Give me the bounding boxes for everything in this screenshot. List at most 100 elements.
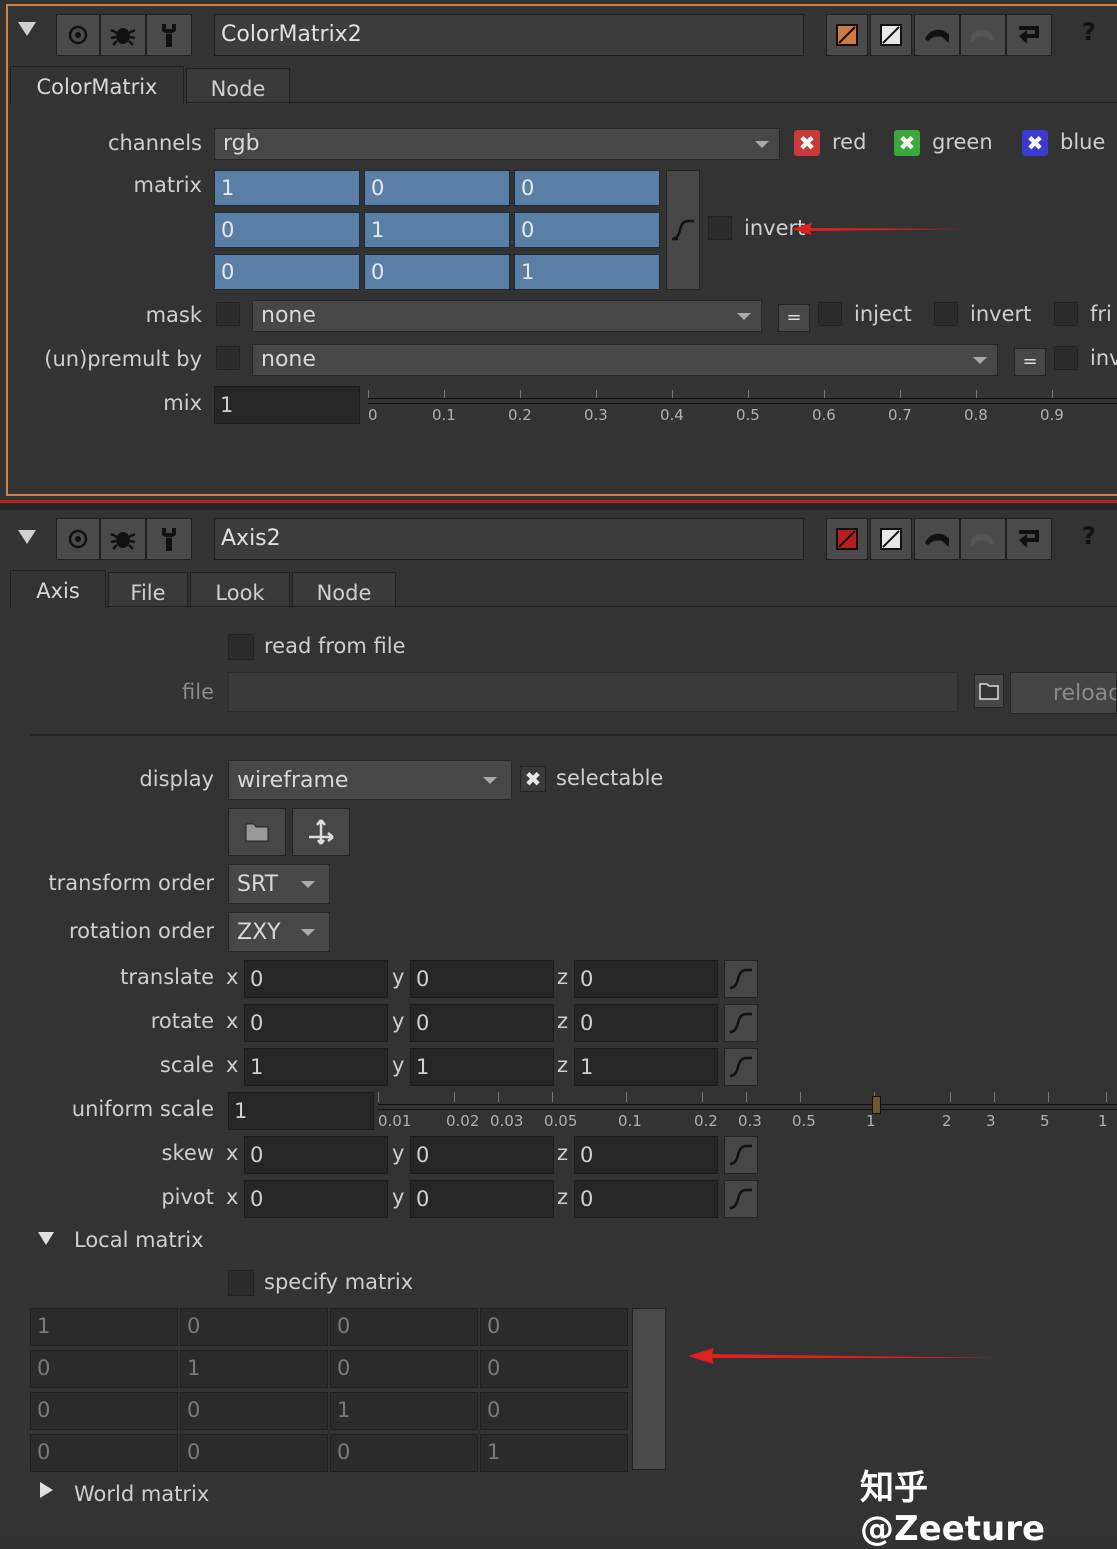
display-dropdown[interactable]: wireframe [228,760,512,800]
axis-z-input[interactable]: 0 [574,1004,718,1042]
axis-y-input[interactable]: 0 [410,1180,554,1218]
local-matrix-cell[interactable]: 1 [180,1350,328,1388]
animation-curve-button[interactable] [724,960,758,998]
green-checkbox[interactable]: ✖ [894,130,920,156]
mask-checkbox[interactable] [216,302,240,326]
collapse-arrow-icon[interactable] [18,22,36,36]
tab-look[interactable]: Look [190,572,290,608]
axis-x-input[interactable]: 0 [244,1004,388,1042]
axis-y-input[interactable]: 0 [410,1136,554,1174]
matrix-animation-button[interactable] [666,170,700,290]
collapse-arrow-icon[interactable] [18,530,36,544]
selectable-checkbox[interactable]: ✖ [520,766,546,792]
tab-colormatrix[interactable]: ColorMatrix [10,66,184,104]
matrix-cell[interactable]: 0 [364,170,510,206]
animation-curve-button[interactable] [724,1180,758,1218]
node-color-button[interactable] [826,518,868,560]
premult-invert-checkbox[interactable] [1054,346,1078,370]
undo-button[interactable] [914,518,960,560]
world-matrix-toggle-icon[interactable] [40,1482,53,1498]
invert-checkbox[interactable] [708,216,732,240]
local-matrix-toggle-icon[interactable] [38,1232,54,1245]
matrix-cell[interactable]: 0 [364,254,510,290]
local-matrix-cell[interactable]: 1 [330,1392,478,1430]
blue-checkbox[interactable]: ✖ [1022,130,1048,156]
bug-button[interactable] [100,14,146,56]
reload-button[interactable]: reload [1010,672,1117,714]
axis-y-input[interactable]: 0 [410,960,554,998]
fringe-checkbox[interactable] [1054,302,1078,326]
axis-x-input[interactable]: 0 [244,1180,388,1218]
animation-curve-button[interactable] [724,1136,758,1174]
gl-color-button[interactable] [870,518,912,560]
transform-order-dropdown[interactable]: SRT [228,864,330,904]
axis-y-input[interactable]: 1 [410,1048,554,1086]
redo-button[interactable] [960,14,1006,56]
transform-handle-button[interactable] [292,808,350,856]
read-from-file-checkbox[interactable] [228,634,254,660]
axis-z-input[interactable]: 0 [574,1136,718,1174]
local-matrix-cell[interactable]: 0 [330,1434,478,1472]
local-matrix-cell[interactable]: 1 [480,1434,628,1472]
node-name-field[interactable]: Axis2 [214,518,804,560]
axis-y-input[interactable]: 0 [410,1004,554,1042]
local-matrix-cell[interactable]: 0 [330,1308,478,1346]
local-matrix-cell[interactable]: 0 [30,1392,178,1430]
specify-matrix-checkbox[interactable] [228,1270,254,1296]
view-node-button[interactable] [56,14,100,56]
local-matrix-cell[interactable]: 0 [480,1308,628,1346]
axis-x-input[interactable]: 1 [244,1048,388,1086]
channels-dropdown[interactable]: rgb [214,128,780,160]
axis-z-input[interactable]: 0 [574,1180,718,1218]
node-color-button[interactable] [826,14,868,56]
tab-axis[interactable]: Axis [10,570,106,608]
gl-color-button[interactable] [870,14,912,56]
undo-button[interactable] [914,14,960,56]
local-matrix-cell[interactable]: 0 [30,1434,178,1472]
local-matrix-cell[interactable]: 0 [180,1434,328,1472]
premult-dropdown[interactable]: none [252,344,998,376]
tab-node[interactable]: Node [186,68,290,104]
bug-button[interactable] [100,518,146,560]
help-icon[interactable]: ? [1082,18,1096,46]
tab-file[interactable]: File [108,572,188,608]
folder-button[interactable] [228,808,286,856]
wrench-button[interactable] [146,518,192,560]
redo-button[interactable] [960,518,1006,560]
axis-x-input[interactable]: 0 [244,960,388,998]
help-icon[interactable]: ? [1082,522,1096,550]
view-node-button[interactable] [56,518,100,560]
uniform-scale-input[interactable]: 1 [228,1092,374,1130]
mix-input[interactable]: 1 [214,386,360,424]
mask-equals-button[interactable]: = [778,304,810,332]
local-matrix-animation-button[interactable] [632,1308,666,1470]
rotation-order-dropdown[interactable]: ZXY [228,912,330,952]
inject-checkbox[interactable] [818,302,842,326]
matrix-cell[interactable]: 0 [514,212,660,248]
matrix-cell[interactable]: 1 [214,170,360,206]
local-matrix-cell[interactable]: 0 [330,1350,478,1388]
matrix-cell[interactable]: 0 [214,212,360,248]
matrix-cell[interactable]: 0 [214,254,360,290]
animation-curve-button[interactable] [724,1004,758,1042]
premult-checkbox[interactable] [216,346,240,370]
matrix-cell[interactable]: 1 [364,212,510,248]
local-matrix-cell[interactable]: 1 [30,1308,178,1346]
mask-invert-checkbox[interactable] [934,302,958,326]
local-matrix-cell[interactable]: 0 [30,1350,178,1388]
tab-node[interactable]: Node [292,572,396,608]
mask-dropdown[interactable]: none [252,300,762,332]
revert-button[interactable] [1006,14,1052,56]
animation-curve-button[interactable] [724,1048,758,1086]
wrench-button[interactable] [146,14,192,56]
local-matrix-cell[interactable]: 0 [180,1308,328,1346]
browse-button[interactable] [974,674,1004,708]
node-name-field[interactable]: ColorMatrix2 [214,14,804,56]
revert-button[interactable] [1006,518,1052,560]
matrix-cell[interactable]: 1 [514,254,660,290]
premult-equals-button[interactable]: = [1014,348,1046,376]
axis-z-input[interactable]: 0 [574,960,718,998]
red-checkbox[interactable]: ✖ [794,130,820,156]
local-matrix-cell[interactable]: 0 [180,1392,328,1430]
axis-x-input[interactable]: 0 [244,1136,388,1174]
